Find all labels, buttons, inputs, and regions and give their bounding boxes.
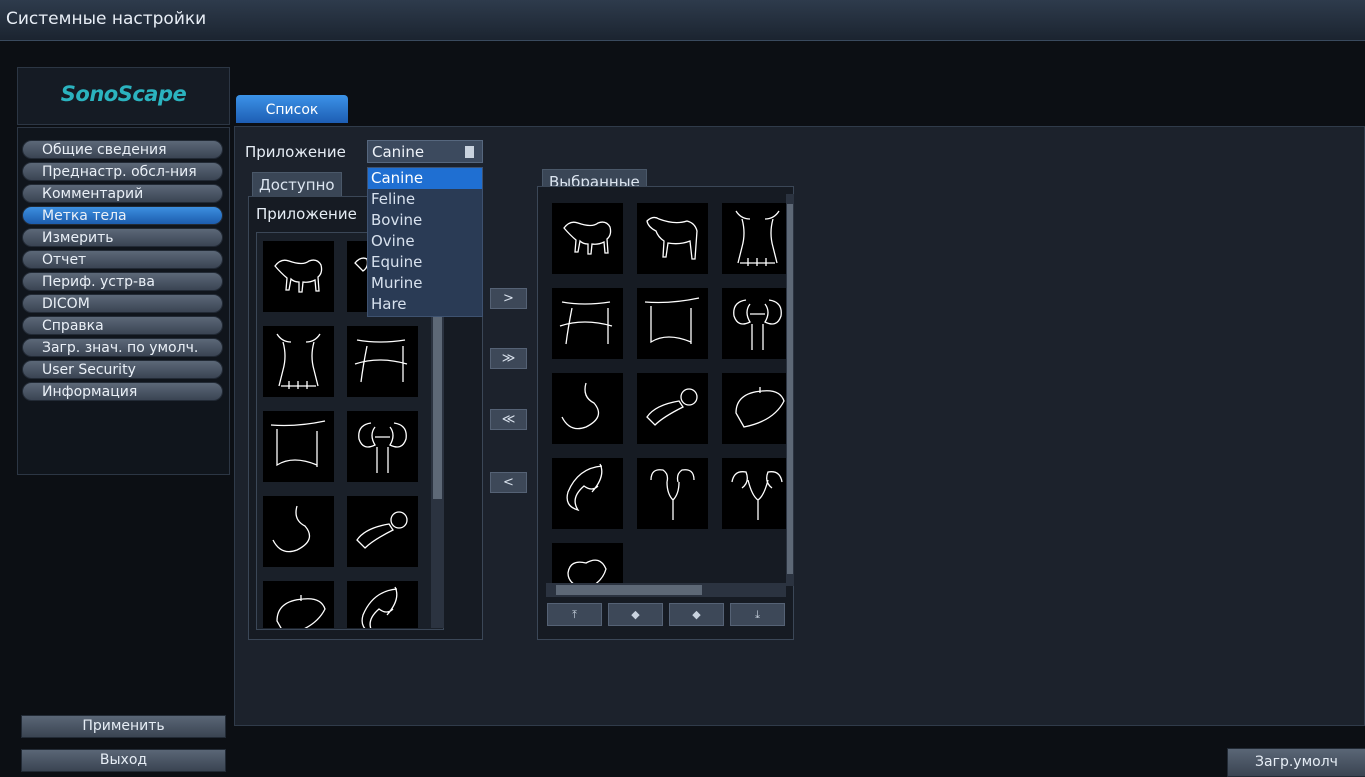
sidebar: Общие сведения Преднастр. обсл-ния Комме… [17, 127, 230, 475]
remove-all-button[interactable]: ≪ [490, 409, 527, 430]
application-select[interactable]: Canine [367, 140, 483, 163]
uterus2-icon[interactable] [722, 458, 793, 529]
application-select-value: Canine [372, 143, 425, 161]
window-title: Системные настройки [6, 9, 207, 29]
available-tab[interactable]: Доступно [252, 172, 342, 196]
sidebar-item-info[interactable]: Информация [22, 382, 223, 401]
move-right-button[interactable]: ◆ [669, 603, 724, 626]
thorax-icon[interactable] [263, 326, 334, 397]
dropdown-arrow-icon [465, 146, 474, 158]
option-ovine[interactable]: Ovine [368, 231, 482, 252]
option-bovine[interactable]: Bovine [368, 210, 482, 231]
sidebar-item-bodymark[interactable]: Метка тела [22, 206, 223, 225]
abdomen-front-icon[interactable] [637, 288, 708, 359]
option-hare[interactable]: Hare [368, 294, 482, 315]
dog-icon[interactable] [552, 203, 623, 274]
dog-icon[interactable] [263, 241, 334, 312]
move-left-button[interactable]: ◆ [608, 603, 663, 626]
selected-scroll-thumb[interactable] [787, 204, 793, 574]
application-dropdown-list: Canine Feline Bovine Ovine Equine Murine… [367, 167, 483, 317]
abdomen-side-icon[interactable] [552, 288, 623, 359]
heart-icon[interactable] [552, 543, 623, 583]
option-canine[interactable]: Canine [368, 168, 482, 189]
sidebar-item-help[interactable]: Справка [22, 316, 223, 335]
abdomen-side-icon[interactable] [347, 326, 418, 397]
stomach-icon[interactable] [263, 496, 334, 567]
logo-box: SonoScape [17, 67, 230, 125]
sidebar-item-presets[interactable]: Преднастр. обсл-ния [22, 162, 223, 181]
kidney-icon[interactable] [347, 411, 418, 482]
option-equine[interactable]: Equine [368, 252, 482, 273]
sidebar-item-peripherals[interactable]: Периф. устр-ва [22, 272, 223, 291]
sidebar-item-comment[interactable]: Комментарий [22, 184, 223, 203]
selected-hscroll-thumb[interactable] [556, 585, 702, 595]
intestine-icon[interactable] [347, 581, 418, 628]
brand-logo: SonoScape [60, 82, 187, 106]
add-all-button[interactable]: ≫ [490, 348, 527, 369]
tab-list[interactable]: Список [236, 95, 348, 123]
bladder-icon[interactable] [347, 496, 418, 567]
sidebar-item-user-security[interactable]: User Security [22, 360, 223, 379]
sidebar-item-load-defaults[interactable]: Загр. знач. по умолч. [22, 338, 223, 357]
abdomen-front-icon[interactable] [263, 411, 334, 482]
add-button[interactable]: > [490, 288, 527, 309]
uterus-icon[interactable] [637, 458, 708, 529]
liver-icon[interactable] [722, 373, 793, 444]
bladder-icon[interactable] [637, 373, 708, 444]
selected-scrollbar[interactable] [786, 194, 794, 586]
title-bar: Системные настройки [0, 0, 1365, 41]
sidebar-item-measure[interactable]: Измерить [22, 228, 223, 247]
thorax-icon[interactable] [722, 203, 793, 274]
sidebar-item-report[interactable]: Отчет [22, 250, 223, 269]
dog-icon[interactable] [637, 203, 708, 274]
option-feline[interactable]: Feline [368, 189, 482, 210]
application-label: Приложение [245, 143, 346, 161]
selected-hscrollbar[interactable] [546, 583, 786, 597]
remove-button[interactable]: < [490, 472, 527, 493]
stomach-icon[interactable] [552, 373, 623, 444]
load-defaults-button[interactable]: Загр.умолч [1227, 748, 1365, 777]
intestine-icon[interactable] [552, 458, 623, 529]
sidebar-item-general[interactable]: Общие сведения [22, 140, 223, 159]
sidebar-item-dicom[interactable]: DICOM [22, 294, 223, 313]
move-top-button[interactable]: ⤒ [547, 603, 602, 626]
available-sublabel: Приложение [256, 205, 357, 223]
kidney-icon[interactable] [722, 288, 793, 359]
apply-button[interactable]: Применить [21, 715, 226, 738]
move-bottom-button[interactable]: ⤓ [730, 603, 785, 626]
liver-icon[interactable] [263, 581, 334, 628]
option-murine[interactable]: Murine [368, 273, 482, 294]
exit-button[interactable]: Выход [21, 749, 226, 772]
